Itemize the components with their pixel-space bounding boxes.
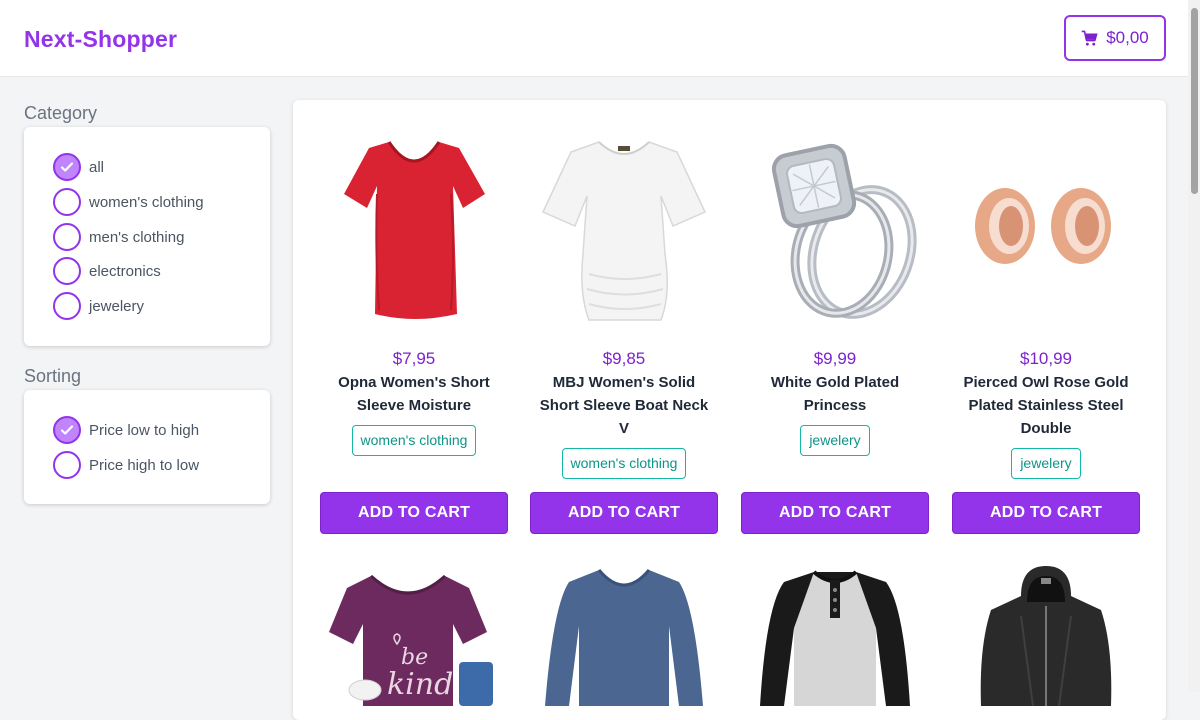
category-option-electronics[interactable]: electronics: [53, 257, 161, 285]
product-price: $9,99: [813, 349, 857, 368]
category-badge: women's clothing: [561, 448, 687, 479]
sorting-heading: Sorting: [24, 366, 82, 386]
category-option-jewelery[interactable]: jewelery: [53, 292, 144, 320]
sort-label: Price high to low: [89, 456, 200, 474]
svg-text:kind: kind: [387, 667, 453, 702]
product-grid: $7,95 Opna Women's Short Sleeve Moisture…: [293, 100, 1166, 720]
rose-gold-plugs-image: [975, 188, 1111, 264]
category-badge: jewelery: [1011, 448, 1081, 479]
category-label: men's clothing: [89, 228, 185, 246]
category-badge: jewelery: [800, 425, 870, 456]
red-tshirt-image: [344, 141, 485, 319]
product-name[interactable]: MBJ Women's Solid Short Sleeve Boat Neck…: [530, 371, 718, 440]
product-image[interactable]: be kind: [320, 566, 508, 706]
product-name[interactable]: Pierced Owl Rose Gold Plated Stainless S…: [952, 371, 1140, 440]
product-card: $9,85 MBJ Women's Solid Short Sleeve Boa…: [530, 134, 718, 479]
sort-label: Price low to high: [89, 421, 200, 439]
product-price: $10,99: [1020, 349, 1072, 368]
scrollbar-thumb[interactable]: [1191, 8, 1198, 194]
raglan-henley-image: [760, 570, 910, 706]
sort-option-high-to-low[interactable]: Price high to low: [53, 451, 199, 479]
radio-unchecked[interactable]: [53, 451, 81, 479]
product-image[interactable]: [741, 566, 929, 706]
leather-jacket-image: [980, 566, 1112, 706]
radio-unchecked[interactable]: [53, 292, 81, 320]
category-heading: Category: [24, 103, 98, 123]
category-badge: women's clothing: [351, 425, 477, 456]
add-to-cart-button[interactable]: ADD TO CART: [530, 492, 718, 534]
page-scrollbar[interactable]: [1188, 0, 1200, 692]
category-label: women's clothing: [89, 193, 204, 211]
product-image[interactable]: [741, 134, 929, 324]
category-option-womens-clothing[interactable]: women's clothing: [53, 188, 204, 216]
product-name[interactable]: Opna Women's Short Sleeve Moisture: [320, 371, 508, 417]
sort-option-low-to-high[interactable]: Price low to high: [53, 416, 199, 444]
product-image[interactable]: [952, 566, 1140, 706]
sorting-panel: Price low to high Price high to low: [24, 390, 270, 504]
add-to-cart-button[interactable]: ADD TO CART: [320, 492, 508, 534]
category-label: electronics: [89, 262, 161, 280]
add-to-cart-button[interactable]: ADD TO CART: [952, 492, 1140, 534]
product-image[interactable]: [530, 134, 718, 324]
cart-total: $0,00: [1106, 28, 1149, 47]
check-icon: [60, 162, 74, 172]
add-to-cart-button[interactable]: ADD TO CART: [741, 492, 929, 534]
category-option-mens-clothing[interactable]: men's clothing: [53, 223, 184, 251]
cart-button[interactable]: $0,00: [1064, 15, 1166, 61]
purple-tshirt-image: be kind: [329, 574, 493, 706]
brand-logo[interactable]: Next-Shopper: [24, 26, 177, 53]
product-price: $9,85: [602, 349, 646, 368]
product-card: $10,99 Pierced Owl Rose Gold Plated Stai…: [952, 134, 1140, 479]
radio-checked[interactable]: [53, 153, 81, 181]
category-label: jewelery: [89, 297, 145, 315]
product-image[interactable]: [320, 134, 508, 324]
category-panel: all women's clothing men's clothing elec…: [24, 127, 270, 346]
check-icon: [60, 425, 74, 435]
product-image[interactable]: [530, 566, 718, 706]
category-label: all: [89, 158, 105, 176]
product-name[interactable]: White Gold Plated Princess: [741, 371, 929, 417]
white-top-image: [541, 141, 707, 321]
product-price: $7,95: [392, 349, 436, 368]
product-card: $9,99 White Gold Plated Princess jeweler…: [741, 134, 929, 456]
product-card: $7,95 Opna Women's Short Sleeve Moisture…: [320, 134, 508, 456]
radio-unchecked[interactable]: [53, 188, 81, 216]
diamond-ring-image: [771, 143, 917, 319]
shopping-cart-icon: [1081, 30, 1098, 46]
category-option-all[interactable]: all: [53, 153, 104, 181]
product-image[interactable]: [952, 134, 1140, 324]
radio-unchecked[interactable]: [53, 257, 81, 285]
radio-unchecked[interactable]: [53, 223, 81, 251]
blue-longsleeve-image: [545, 569, 703, 706]
radio-checked[interactable]: [53, 416, 81, 444]
top-bar: Next-Shopper $0,00: [0, 0, 1188, 77]
